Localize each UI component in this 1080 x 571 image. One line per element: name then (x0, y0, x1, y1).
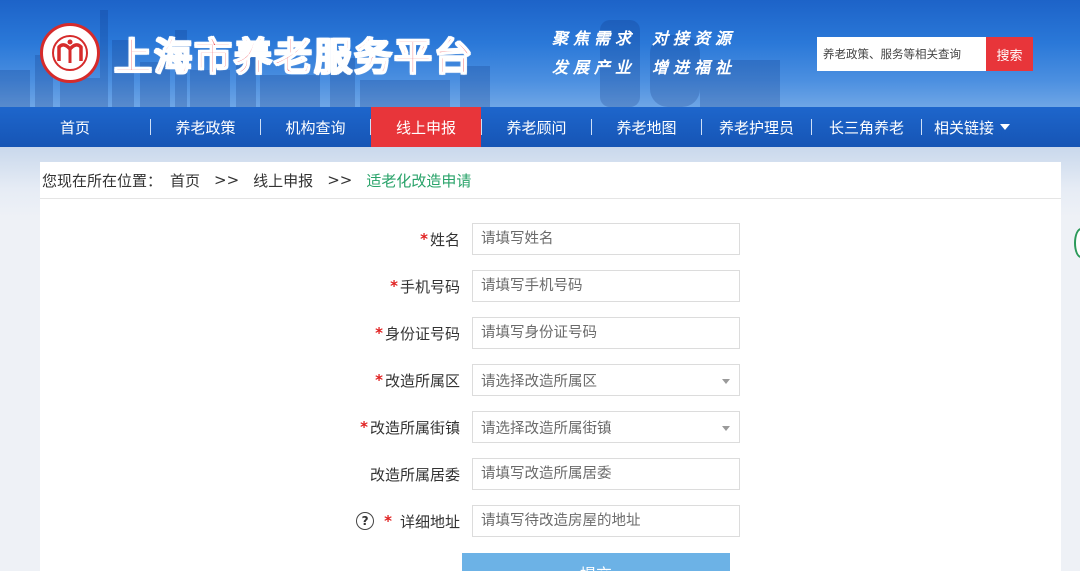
slogan-text: 增进福祉 (652, 58, 737, 77)
main-nav: 首页 养老政策 机构查询 线上申报 养老顾问 养老地图 养老护理员 长三角养老 … (0, 107, 1080, 147)
field-label-text: 手机号码 (399, 277, 460, 296)
breadcrumb-current: 适老化改造申请 (366, 171, 472, 190)
chevron-down-icon (722, 379, 730, 384)
field-label-text: 改造所属区 (384, 371, 460, 390)
nav-item-yangtze-delta[interactable]: 长三角养老 (812, 107, 921, 147)
site-search: 搜索 (817, 37, 1033, 71)
form-row-street: * 改造所属街镇 请选择改造所属街镇 (40, 411, 1061, 443)
breadcrumb-separator: >> (214, 171, 240, 189)
nav-item-online-apply[interactable]: 线上申报 (371, 107, 481, 147)
field-label-text: 改造所属街镇 (369, 418, 460, 437)
committee-input[interactable] (472, 458, 740, 490)
field-label: * 姓名 (420, 223, 460, 255)
chevron-down-icon (722, 426, 730, 431)
nav-item-label: 相关链接 (933, 118, 994, 137)
field-label-text: 姓名 (429, 230, 460, 249)
nav-item-institutions[interactable]: 机构查询 (261, 107, 370, 147)
breadcrumb-online-apply[interactable]: 线上申报 (253, 170, 313, 191)
slogan-text: 对接资源 (652, 29, 737, 48)
select-placeholder: 请选择改造所属区 (481, 373, 597, 390)
field-label: * 改造所属街镇 (360, 411, 460, 443)
address-input[interactable] (472, 505, 740, 537)
breadcrumb: 您现在所在位置： 首页 >> 线上申报 >> 适老化改造申请 (40, 162, 1061, 199)
field-label: 改造所属居委 (370, 458, 460, 490)
nav-item-policy[interactable]: 养老政策 (151, 107, 260, 147)
field-label-text: 改造所属居委 (369, 465, 460, 484)
nav-item-related-links[interactable]: 相关链接 (922, 107, 1022, 147)
required-mark: * (360, 418, 368, 436)
nav-item-home[interactable]: 首页 (0, 107, 150, 147)
site-header: 上海市养老服务平台 聚焦需求对接资源 发展产业增进福祉 搜索 (0, 0, 1080, 107)
breadcrumb-separator: >> (327, 171, 353, 189)
district-select[interactable]: 请选择改造所属区 (472, 364, 740, 396)
form-row-phone: * 手机号码 (40, 270, 1061, 302)
field-label-text: 详细地址 (399, 512, 460, 531)
submit-button[interactable]: 提交 (462, 553, 730, 571)
form-row-name: * 姓名 (40, 223, 1061, 255)
name-input[interactable] (472, 223, 740, 255)
help-icon[interactable]: ? (356, 512, 375, 530)
required-mark: * (375, 371, 383, 389)
form-row-committee: 改造所属居委 (40, 458, 1061, 490)
nav-item-map[interactable]: 养老地图 (592, 107, 701, 147)
nav-item-advisor[interactable]: 养老顾问 (482, 107, 591, 147)
phone-input[interactable] (472, 270, 740, 302)
content-panel: 您现在所在位置： 首页 >> 线上申报 >> 适老化改造申请 *姓名 *手机号码… (40, 162, 1061, 571)
required-mark: * (390, 277, 398, 295)
slogan: 聚焦需求 对接资源 发展产业 增进福祉 (552, 24, 752, 82)
required-mark: * (375, 324, 383, 342)
site-title: 上海市养老服务平台 (113, 34, 475, 80)
breadcrumb-home[interactable]: 首页 (170, 170, 200, 191)
form-row-district: * 改造所属区 请选择改造所属区 (40, 364, 1061, 396)
id-number-input[interactable] (472, 317, 740, 349)
breadcrumb-prefix: 您现在所在位置： (42, 171, 163, 190)
form-row-address: ? * 详细地址 (40, 505, 1061, 537)
field-label: * 手机号码 (390, 270, 460, 302)
required-mark: * (420, 230, 428, 248)
street-select[interactable]: 请选择改造所属街镇 (472, 411, 740, 443)
search-button[interactable]: 搜索 (986, 37, 1033, 71)
chevron-down-icon (1000, 124, 1010, 130)
search-input[interactable] (817, 37, 986, 71)
slogan-text: 聚焦需求 (552, 29, 637, 48)
field-label-text: 身份证号码 (384, 324, 460, 343)
select-placeholder: 请选择改造所属街镇 (481, 420, 612, 437)
field-label: * 身份证号码 (375, 317, 460, 349)
field-label: * 改造所属区 (375, 364, 460, 396)
required-mark: * (384, 512, 392, 530)
slogan-text: 发展产业 (552, 58, 637, 77)
form-row-id-number: * 身份证号码 (40, 317, 1061, 349)
nav-item-caregiver[interactable]: 养老护理员 (702, 107, 811, 147)
field-label: ? * 详细地址 (356, 505, 460, 537)
floating-widget-icon[interactable] (1074, 228, 1080, 258)
logo-icon (40, 23, 100, 83)
